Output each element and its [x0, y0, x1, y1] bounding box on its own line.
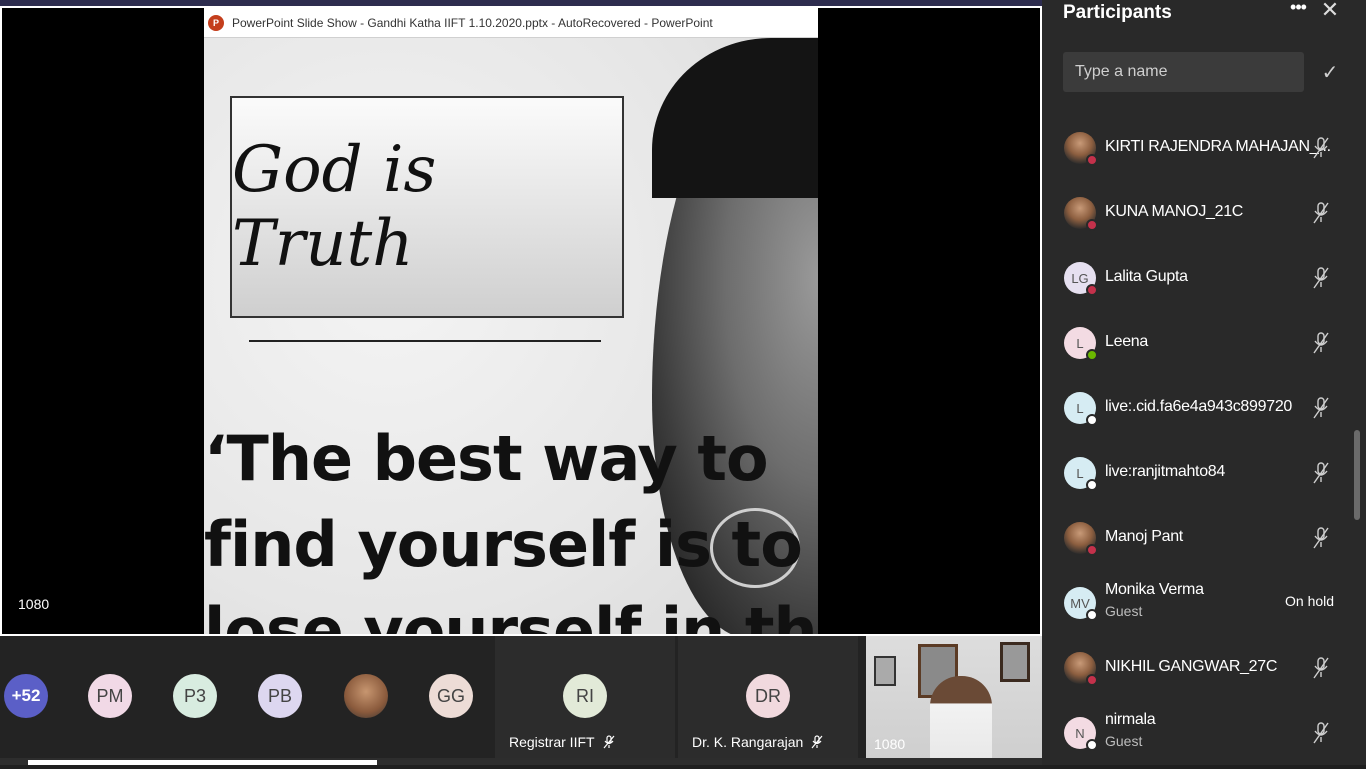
presence-status-icon	[1086, 219, 1098, 231]
participant-name: KUNA MANOJ_21C	[1105, 203, 1244, 220]
presence-status-icon	[1086, 284, 1098, 296]
participant-tile[interactable]: RI Registrar IIFT	[495, 636, 675, 758]
mic-off-icon[interactable]	[1312, 461, 1330, 485]
participant-row[interactable]: L Leena	[1064, 319, 1344, 379]
participant-avatar: DR	[746, 674, 790, 718]
participant-avatar: RI	[563, 674, 607, 718]
powerpoint-title-bar: P PowerPoint Slide Show - Gandhi Katha I…	[204, 8, 818, 38]
scrollbar[interactable]	[1354, 430, 1360, 520]
participant-row[interactable]: Nnirmala Guest	[1064, 709, 1344, 769]
progress-fill	[28, 760, 377, 765]
participant-video-tile[interactable]: 1080	[866, 636, 1042, 758]
participant-row[interactable]: KIRTI RAJENDRA MAHAJAN_...	[1064, 124, 1344, 184]
search-input[interactable]: Type a name	[1063, 52, 1304, 92]
participant-name: Manoj Pant	[1105, 528, 1183, 545]
participant-row[interactable]: KUNA MANOJ_21C	[1064, 189, 1344, 249]
participants-panel: Participants ••• ✕ Type a name ✓ KIRTI R…	[1042, 0, 1366, 765]
teams-meeting-window: 1080 P PowerPoint Slide Show - Gandhi Ka…	[0, 0, 1366, 765]
participant-tile[interactable]: DR Dr. K. Rangarajan	[678, 636, 858, 758]
participant-tile-label: Registrar IIFT	[509, 734, 615, 750]
participant-name: KIRTI RAJENDRA MAHAJAN_...	[1105, 138, 1331, 155]
mic-off-icon[interactable]	[1312, 396, 1330, 420]
mic-off-icon[interactable]	[1312, 656, 1330, 680]
participant-name: NIKHIL GANGWAR_27C	[1105, 658, 1278, 675]
participant-name: Leena	[1105, 333, 1148, 350]
mic-off-icon[interactable]	[1312, 266, 1330, 290]
participant-row[interactable]: LG Lalita Gupta	[1064, 254, 1344, 314]
slide-heading-box: God is Truth	[230, 96, 624, 318]
mic-off-icon[interactable]	[1312, 526, 1330, 550]
mic-off-icon[interactable]	[1312, 331, 1330, 355]
wall-frame	[874, 656, 896, 686]
participant-role: Guest	[1105, 603, 1143, 619]
participant-avatar[interactable]: P3	[173, 674, 217, 718]
participant-name: live:.cid.fa6e4a943c899720	[1105, 398, 1293, 415]
video-strip: +52 PM P3 PB GG RI Registrar IIFT DR Dr.…	[0, 636, 1042, 765]
participant-avatar[interactable]: PM	[88, 674, 132, 718]
powerpoint-icon: P	[208, 14, 224, 31]
presence-status-icon	[1086, 739, 1098, 751]
presence-status-icon	[1086, 414, 1098, 426]
presence-status-icon	[1086, 479, 1098, 491]
mic-off-icon	[603, 735, 615, 749]
presence-status-icon	[1086, 674, 1098, 686]
close-icon[interactable]: ✕	[1320, 0, 1340, 21]
participant-role: Guest	[1105, 733, 1143, 749]
powerpoint-window: P PowerPoint Slide Show - Gandhi Katha I…	[204, 8, 818, 634]
video-resolution-label: 1080	[874, 736, 906, 752]
slide: God is Truth ‘The best way to find yours…	[204, 38, 818, 634]
check-icon[interactable]: ✓	[1320, 60, 1340, 84]
presence-status-icon	[1086, 609, 1098, 621]
participant-name: nirmala	[1105, 711, 1156, 728]
more-participants-button[interactable]: +52	[4, 674, 48, 718]
participant-name: Monika Verma	[1105, 581, 1204, 598]
mic-off-icon	[811, 735, 823, 749]
share-resolution-label: 1080	[18, 596, 50, 612]
mic-off-icon[interactable]	[1312, 721, 1330, 745]
slide-quote: ‘The best way to find yourself is to los…	[204, 416, 818, 634]
wall-frame	[1000, 642, 1030, 682]
participant-avatar[interactable]: PB	[258, 674, 302, 718]
mic-off-icon[interactable]	[1312, 136, 1330, 160]
participant-avatar[interactable]: GG	[429, 674, 473, 718]
panel-title: Participants	[1063, 2, 1172, 23]
participant-row[interactable]: NIKHIL GANGWAR_27C	[1064, 644, 1344, 704]
participant-name: Registrar IIFT	[509, 734, 595, 750]
slide-quote-line: find yourself is to	[204, 508, 803, 581]
presence-status-icon	[1086, 544, 1098, 556]
more-options-icon[interactable]: •••	[1286, 0, 1310, 20]
participant-name: live:ranjitmahto84	[1105, 463, 1225, 480]
top-bar	[0, 0, 1042, 8]
slide-quote-line: lose yourself in the	[204, 594, 818, 634]
participant-row[interactable]: Llive:ranjitmahto84	[1064, 449, 1344, 509]
mic-off-icon[interactable]	[1312, 201, 1330, 225]
participant-row[interactable]: Manoj Pant	[1064, 514, 1344, 574]
participant-tile-label: Dr. K. Rangarajan	[692, 734, 823, 750]
participant-row[interactable]: Llive:.cid.fa6e4a943c899720	[1064, 384, 1344, 444]
powerpoint-title: PowerPoint Slide Show - Gandhi Katha IIF…	[232, 15, 713, 30]
slide-portrait-shadow	[652, 38, 818, 198]
presence-status-icon	[1086, 154, 1098, 166]
participant-photo-avatar[interactable]	[344, 674, 388, 718]
participant-row[interactable]: MV Monika Verma Guest On hold	[1064, 579, 1344, 639]
slide-heading: God is Truth	[232, 133, 437, 281]
slide-divider	[249, 340, 601, 342]
video-person	[930, 676, 992, 758]
slide-quote-line: ‘The best way to	[204, 422, 769, 495]
presence-status-icon	[1086, 349, 1098, 361]
on-hold-label: On hold	[1285, 593, 1335, 609]
participant-name: Dr. K. Rangarajan	[692, 734, 804, 750]
participant-name: Lalita Gupta	[1105, 268, 1188, 285]
